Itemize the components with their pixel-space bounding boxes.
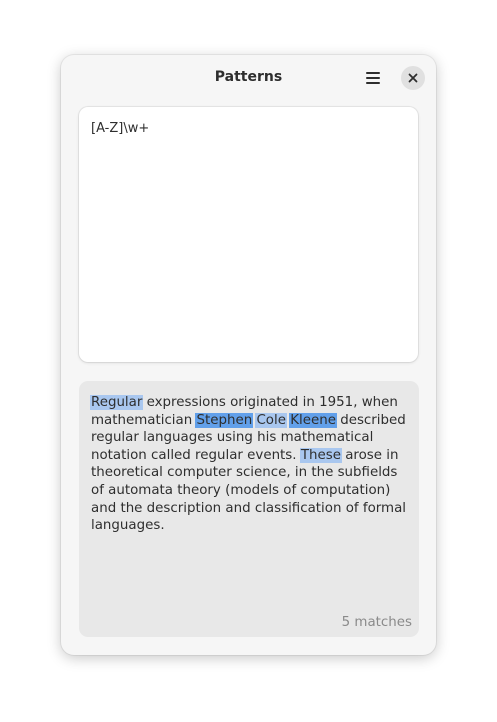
match-highlight: Kleene <box>289 412 337 428</box>
pattern-input-value[interactable]: [A-Z]\w+ <box>91 121 149 136</box>
match-highlight: Regular <box>90 395 144 410</box>
header-bar: Patterns <box>61 55 436 101</box>
match-highlight: These <box>299 447 342 463</box>
pattern-input[interactable]: [A-Z]\w+ <box>79 107 418 362</box>
close-icon <box>408 73 418 83</box>
test-text-content[interactable]: Regular expressions originated in 1951, … <box>90 394 409 535</box>
hamburger-menu-icon <box>366 72 380 74</box>
match-highlight: Stephen <box>195 412 254 428</box>
app-window: Patterns [A-Z]\w+ Regular expressions or… <box>61 55 436 655</box>
match-highlight: Cole <box>255 412 287 428</box>
match-count-label: 5 matches <box>341 615 412 630</box>
test-text-area[interactable]: Regular expressions originated in 1951, … <box>79 381 419 637</box>
main-menu-button[interactable] <box>360 66 386 90</box>
close-button[interactable] <box>401 66 425 90</box>
